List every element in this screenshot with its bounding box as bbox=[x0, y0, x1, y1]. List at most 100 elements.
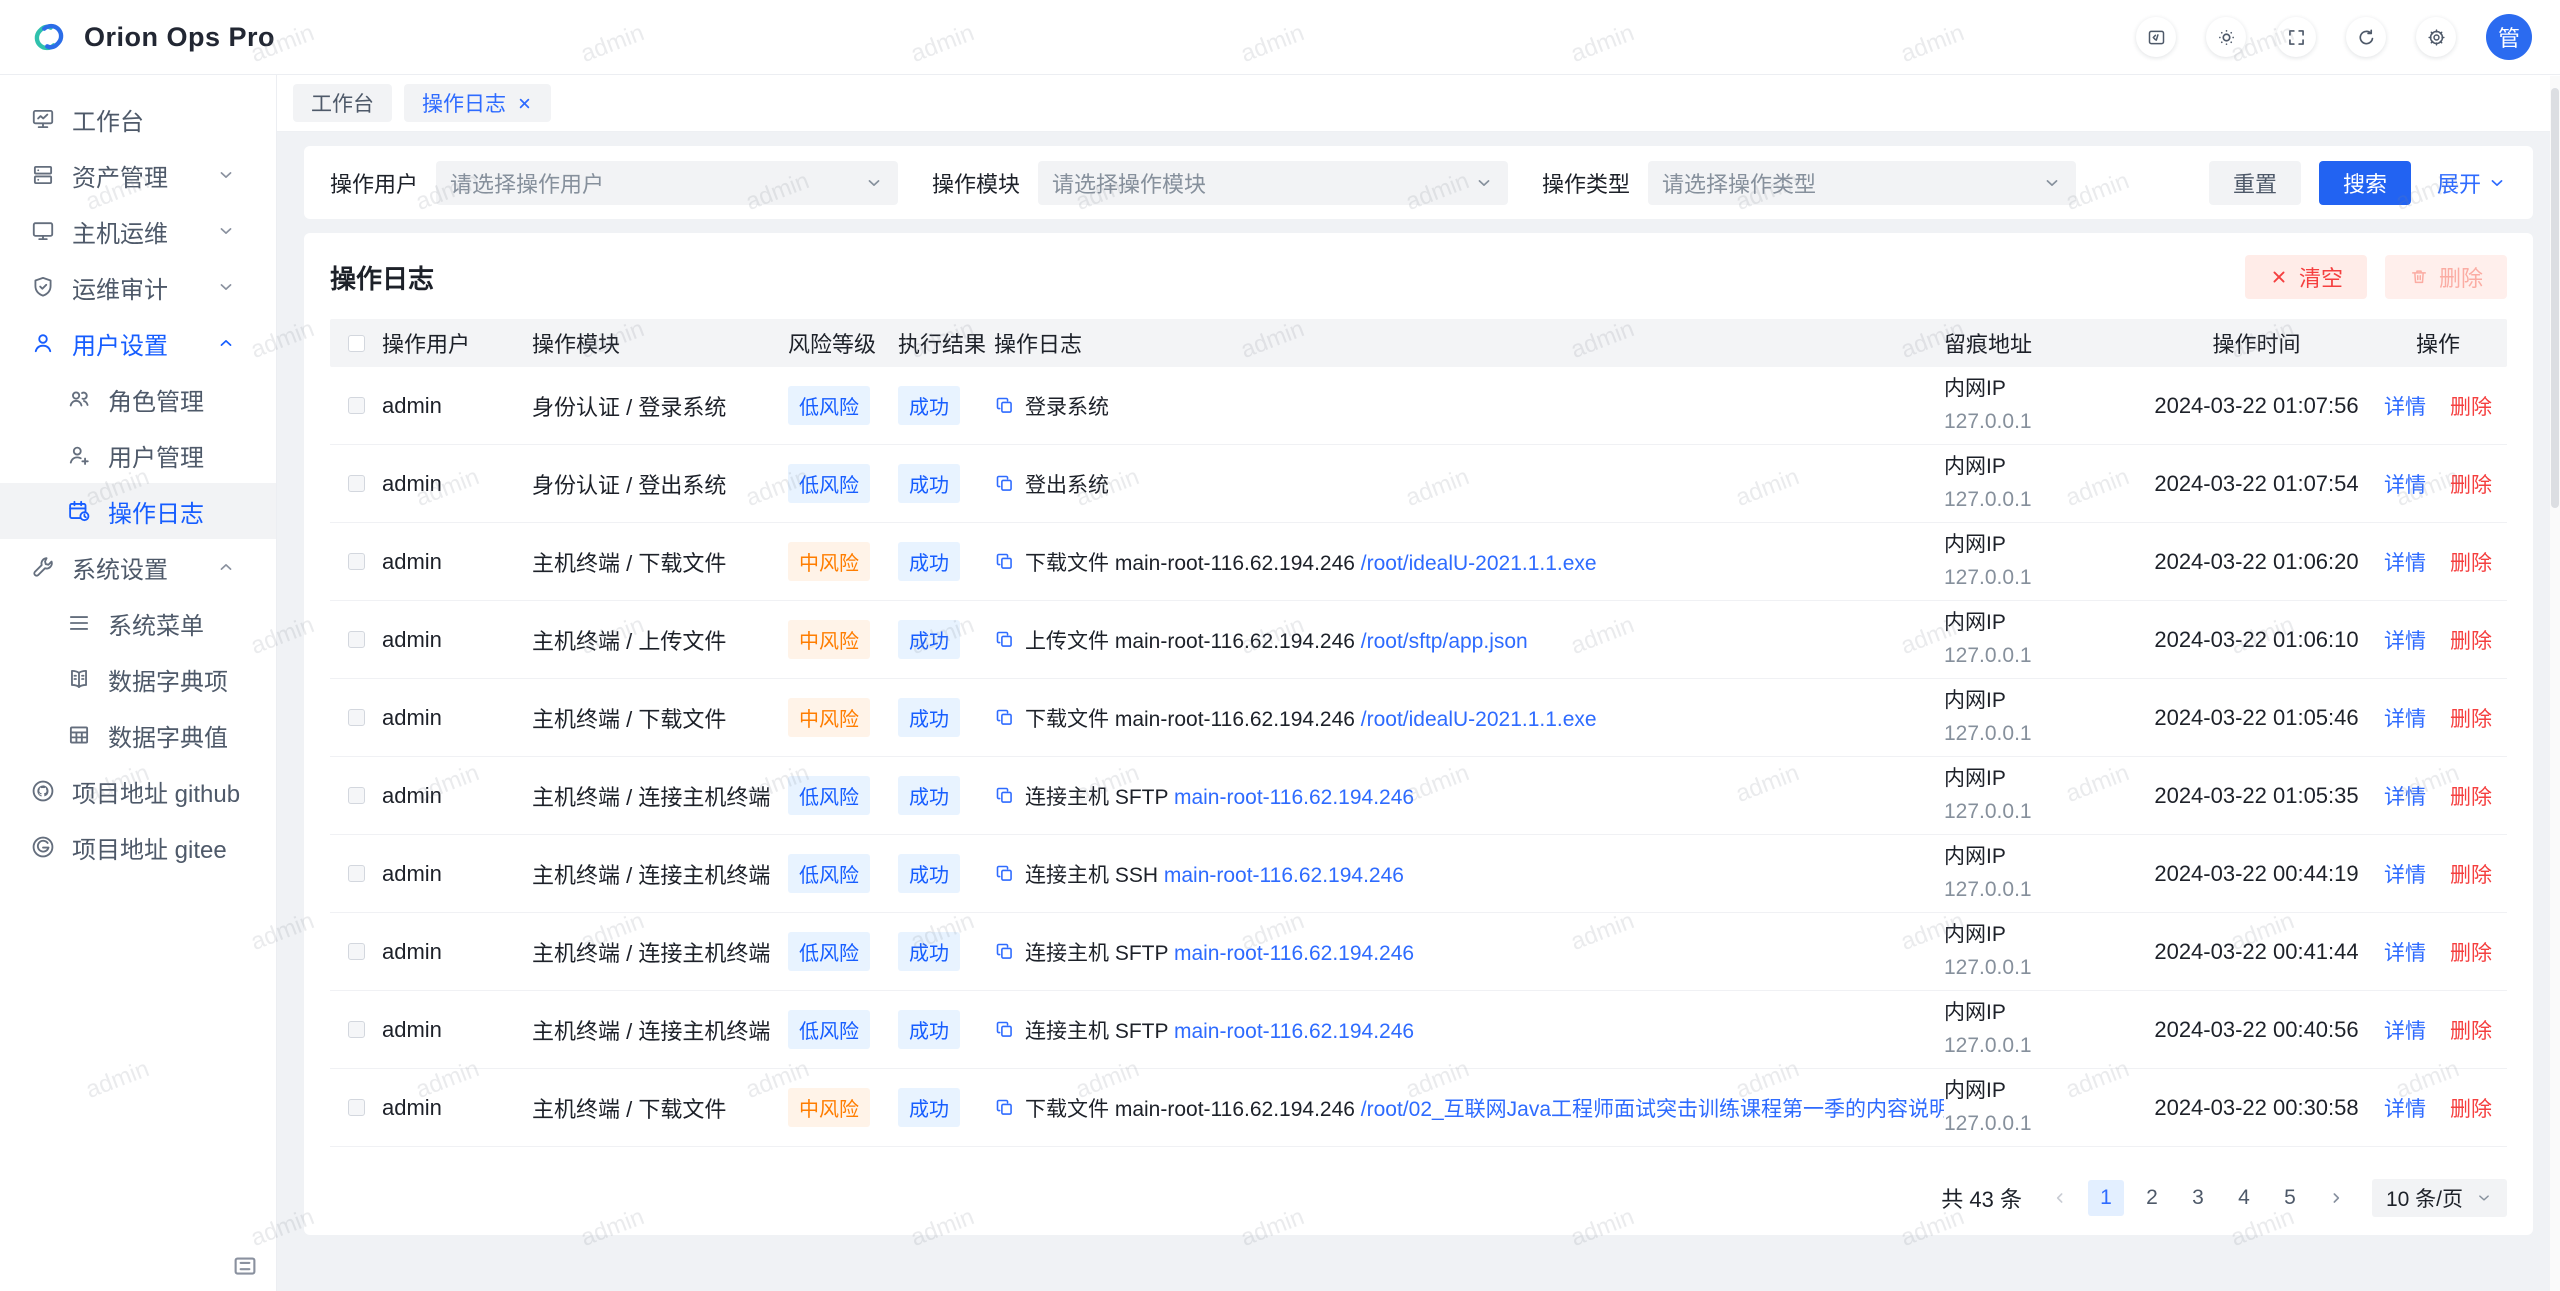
row-checkbox[interactable] bbox=[348, 475, 365, 492]
copy-icon[interactable] bbox=[994, 629, 1015, 650]
search-button[interactable]: 搜索 bbox=[2319, 161, 2411, 205]
expand-label: 展开 bbox=[2437, 167, 2481, 199]
sidebar-item-system-settings[interactable]: 系统设置 bbox=[0, 539, 276, 595]
tab-workbench[interactable]: 工作台 bbox=[293, 84, 392, 122]
scrollbar-thumb[interactable] bbox=[2551, 88, 2559, 508]
sidebar-item-system-menu[interactable]: 系统菜单 bbox=[0, 595, 276, 651]
row-delete-link[interactable]: 删除 bbox=[2450, 937, 2492, 967]
log-link[interactable]: main-root-116.62.194.246 bbox=[1174, 786, 1414, 809]
row-delete-link[interactable]: 删除 bbox=[2450, 391, 2492, 421]
sidebar-item-dict-values[interactable]: 数据字典值 bbox=[0, 707, 276, 763]
row-delete-link[interactable]: 删除 bbox=[2450, 469, 2492, 499]
sidebar-item-gitee[interactable]: 项目地址 gitee bbox=[0, 819, 276, 875]
sidebar-item-assets[interactable]: 资产管理 bbox=[0, 147, 276, 203]
copy-icon[interactable] bbox=[994, 551, 1015, 572]
addr-ip: 127.0.0.1 bbox=[1944, 952, 2144, 985]
row-checkbox[interactable] bbox=[348, 943, 365, 960]
copy-icon[interactable] bbox=[994, 1019, 1015, 1040]
row-delete-link[interactable]: 删除 bbox=[2450, 1015, 2492, 1045]
collapse-sidebar-icon[interactable] bbox=[230, 1251, 260, 1281]
log-link[interactable]: /root/sftp/app.json bbox=[1361, 630, 1528, 653]
copy-icon[interactable] bbox=[994, 941, 1015, 962]
row-detail-link[interactable]: 详情 bbox=[2384, 859, 2426, 889]
row-detail-link[interactable]: 详情 bbox=[2384, 547, 2426, 577]
operation-module-select[interactable]: 请选择操作模块 bbox=[1038, 161, 1508, 205]
row-checkbox[interactable] bbox=[348, 787, 365, 804]
log-link[interactable]: main-root-116.62.194.246 bbox=[1164, 864, 1404, 887]
brand[interactable]: Orion Ops Pro bbox=[28, 16, 275, 58]
log-text-part: 连接主机 SFTP bbox=[1025, 1020, 1174, 1043]
delete-button[interactable]: 删除 bbox=[2385, 255, 2507, 299]
sidebar-item-github[interactable]: 项目地址 github bbox=[0, 763, 276, 819]
table-row: admin 主机终端 / 连接主机终端 低风险 成功 连接主机 SFTP mai… bbox=[330, 991, 2507, 1069]
row-checkbox[interactable] bbox=[348, 397, 365, 414]
sidebar-item-user-management[interactable]: 用户管理 bbox=[0, 427, 276, 483]
row-delete-link[interactable]: 删除 bbox=[2450, 703, 2492, 733]
row-delete-link[interactable]: 删除 bbox=[2450, 547, 2492, 577]
sidebar-item-ops-audit[interactable]: 运维审计 bbox=[0, 259, 276, 315]
x-icon bbox=[2269, 267, 2289, 287]
row-delete-link[interactable]: 删除 bbox=[2450, 859, 2492, 889]
avatar[interactable]: 管 bbox=[2486, 14, 2532, 60]
reset-button[interactable]: 重置 bbox=[2209, 161, 2301, 205]
clear-button[interactable]: 清空 bbox=[2245, 255, 2367, 299]
operation-type-select[interactable]: 请选择操作类型 bbox=[1648, 161, 2076, 205]
page-number-3[interactable]: 3 bbox=[2180, 1180, 2216, 1216]
row-detail-link[interactable]: 详情 bbox=[2384, 1093, 2426, 1123]
copy-icon[interactable] bbox=[994, 707, 1015, 728]
log-link[interactable]: /root/idealU-2021.1.1.exe bbox=[1361, 552, 1597, 575]
operation-user-select[interactable]: 请选择操作用户 bbox=[436, 161, 898, 205]
prev-page-icon[interactable] bbox=[2042, 1180, 2078, 1216]
theme-button[interactable] bbox=[2206, 17, 2246, 57]
row-delete-link[interactable]: 删除 bbox=[2450, 625, 2492, 655]
row-detail-link[interactable]: 详情 bbox=[2384, 1015, 2426, 1045]
refresh-button[interactable] bbox=[2346, 17, 2386, 57]
page-number-5[interactable]: 5 bbox=[2272, 1180, 2308, 1216]
page-size-select[interactable]: 10 条/页 bbox=[2372, 1179, 2507, 1217]
close-tab-icon[interactable] bbox=[516, 95, 533, 112]
page-number-4[interactable]: 4 bbox=[2226, 1180, 2262, 1216]
sidebar-item-host-ops[interactable]: 主机运维 bbox=[0, 203, 276, 259]
log-link[interactable]: main-root-116.62.194.246 bbox=[1174, 942, 1414, 965]
page-number-1[interactable]: 1 bbox=[2088, 1180, 2124, 1216]
copy-icon[interactable] bbox=[994, 785, 1015, 806]
log-link[interactable]: main-root-116.62.194.246 bbox=[1174, 1020, 1414, 1043]
fullscreen-button[interactable] bbox=[2276, 17, 2316, 57]
row-detail-link[interactable]: 详情 bbox=[2384, 391, 2426, 421]
row-detail-link[interactable]: 详情 bbox=[2384, 781, 2426, 811]
sidebar-item-workbench[interactable]: 工作台 bbox=[0, 91, 276, 147]
page-size-value: 10 条/页 bbox=[2386, 1183, 2463, 1213]
row-detail-link[interactable]: 详情 bbox=[2384, 703, 2426, 733]
row-checkbox[interactable] bbox=[348, 1021, 365, 1038]
copy-icon[interactable] bbox=[994, 863, 1015, 884]
expand-toggle[interactable]: 展开 bbox=[2437, 167, 2507, 199]
pagination: 共 43 条 12345 10 条/页 bbox=[330, 1179, 2507, 1217]
row-delete-link[interactable]: 删除 bbox=[2450, 781, 2492, 811]
sidebar-item-user-settings[interactable]: 用户设置 bbox=[0, 315, 276, 371]
row-detail-link[interactable]: 详情 bbox=[2384, 937, 2426, 967]
copy-icon[interactable] bbox=[994, 1097, 1015, 1118]
page-number-2[interactable]: 2 bbox=[2134, 1180, 2170, 1216]
copy-icon[interactable] bbox=[994, 473, 1015, 494]
sidebar-item-dict-keys[interactable]: 数据字典项 bbox=[0, 651, 276, 707]
copy-icon[interactable] bbox=[994, 395, 1015, 416]
row-checkbox[interactable] bbox=[348, 1099, 365, 1116]
row-delete-link[interactable]: 删除 bbox=[2450, 1093, 2492, 1123]
row-checkbox[interactable] bbox=[348, 865, 365, 882]
log-text: 连接主机 SSH main-root-116.62.194.246 bbox=[1025, 859, 1404, 889]
next-page-icon[interactable] bbox=[2318, 1180, 2354, 1216]
settings-button[interactable] bbox=[2416, 17, 2456, 57]
row-checkbox[interactable] bbox=[348, 709, 365, 726]
sidebar-item-operation-log[interactable]: 操作日志 bbox=[0, 483, 276, 539]
sidebar-item-role-management[interactable]: 角色管理 bbox=[0, 371, 276, 427]
row-checkbox[interactable] bbox=[348, 631, 365, 648]
row-checkbox[interactable] bbox=[348, 553, 365, 570]
row-detail-link[interactable]: 详情 bbox=[2384, 469, 2426, 499]
select-all-checkbox[interactable] bbox=[348, 335, 365, 352]
tab-operation-log[interactable]: 操作日志 bbox=[404, 84, 551, 122]
sidebar-item-label: 角色管理 bbox=[108, 382, 204, 417]
log-link[interactable]: /root/02_互联网Java工程师面试突击训练课程第一季的内容说明.zip bbox=[1361, 1098, 1944, 1121]
log-link[interactable]: /root/idealU-2021.1.1.exe bbox=[1361, 708, 1597, 731]
code-button[interactable] bbox=[2136, 17, 2176, 57]
row-detail-link[interactable]: 详情 bbox=[2384, 625, 2426, 655]
